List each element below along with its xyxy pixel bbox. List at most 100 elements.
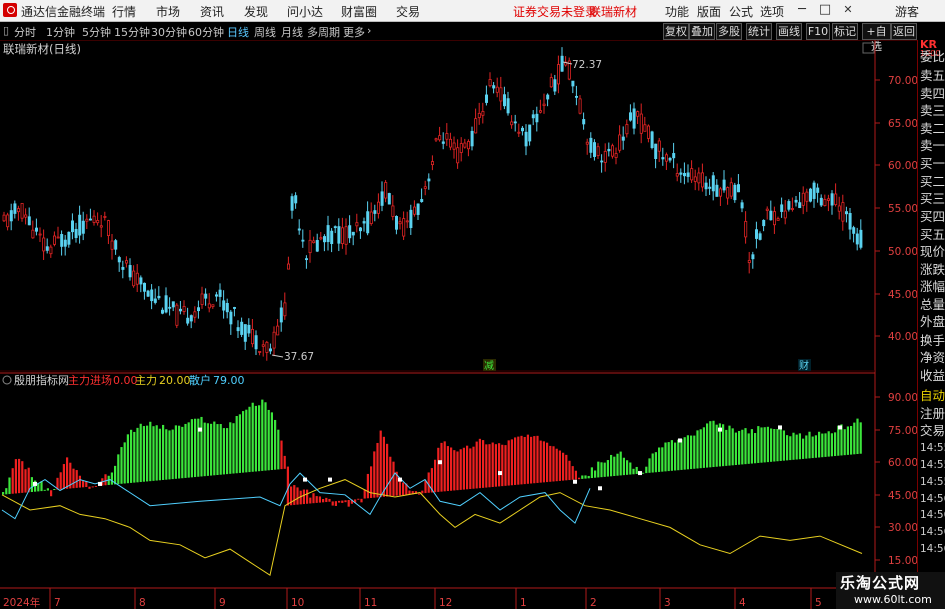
bar-green: [142, 426, 145, 482]
price-tick: 60.00: [875, 160, 917, 172]
period-weekly[interactable]: 周线: [254, 24, 276, 40]
marker-jian[interactable]: 减: [484, 360, 494, 372]
login-notice[interactable]: 证券交易未登录: [513, 3, 597, 20]
bar-green: [152, 426, 155, 481]
candle: [78, 205, 82, 244]
signal-marker: [398, 477, 402, 482]
bar-red: [514, 437, 517, 485]
candle: [701, 163, 705, 192]
menu-gongshi[interactable]: 公式: [729, 3, 753, 20]
candle: [337, 218, 341, 252]
bar-green: [699, 429, 702, 469]
period-30min[interactable]: 30分钟: [151, 24, 187, 40]
candle: [247, 318, 251, 337]
panel-item: 净资: [920, 350, 945, 365]
candle: [632, 102, 636, 135]
bar-green: [709, 421, 712, 468]
menu-shichang[interactable]: 市场: [156, 3, 180, 20]
btn-duogu[interactable]: 多股: [716, 23, 742, 40]
menu-wenxiaoda[interactable]: 问小达: [287, 3, 323, 20]
bar-green: [53, 489, 56, 491]
bar-red: [523, 436, 526, 485]
period-more[interactable]: 更多: [343, 24, 365, 40]
menu-zixun[interactable]: 资讯: [200, 3, 224, 20]
menu-hangqing[interactable]: 行情: [112, 3, 136, 20]
candle: [121, 260, 125, 279]
candle: [726, 186, 730, 205]
bar-green: [616, 453, 619, 476]
bar-green: [270, 412, 273, 471]
bar-green: [30, 477, 33, 492]
indicator-settings-icon[interactable]: [2, 375, 12, 385]
period-5min[interactable]: 5分钟: [82, 24, 111, 40]
period-multi[interactable]: 多周期: [307, 24, 340, 40]
candle: [780, 197, 784, 218]
candle: [499, 76, 503, 111]
menu-gongneng[interactable]: 功能: [665, 3, 689, 20]
btn-f10[interactable]: F10: [806, 23, 830, 40]
panel-item: 涨幅: [920, 279, 945, 294]
candle: [304, 255, 308, 269]
candle: [427, 173, 431, 190]
candle: [747, 251, 751, 274]
btn-huaxian[interactable]: 画线: [776, 23, 802, 40]
bar-red: [376, 442, 379, 498]
bar-red: [59, 472, 62, 490]
candle: [67, 231, 71, 248]
menu-caifuquan[interactable]: 财富圈: [341, 3, 377, 20]
period-fenshi[interactable]: 分时: [14, 24, 36, 40]
auto-refresh-toggle[interactable]: 自动: [920, 385, 945, 404]
close-icon[interactable]: ✕: [840, 2, 856, 18]
candle: [71, 213, 75, 240]
maximize-icon[interactable]: □: [817, 2, 833, 18]
period-monthly[interactable]: 月线: [281, 24, 303, 40]
bar-red: [530, 436, 533, 484]
candle: [125, 256, 129, 268]
candle: [650, 130, 654, 150]
bar-green: [738, 430, 741, 465]
menu-xuanxiang[interactable]: 选项: [760, 3, 784, 20]
candle: [330, 228, 334, 253]
bar-green: [219, 424, 222, 475]
month-label: 8: [139, 597, 146, 609]
menu-jiaoyi[interactable]: 交易: [396, 3, 420, 20]
candle: [27, 207, 31, 226]
btn-diejia[interactable]: 叠加: [689, 23, 715, 40]
chart-settings-icon[interactable]: [862, 42, 875, 54]
btn-back[interactable]: 返回: [891, 23, 917, 40]
candle: [290, 193, 294, 219]
btn-fuquan[interactable]: 复权: [663, 23, 689, 40]
bar-red: [421, 490, 424, 494]
period-daily[interactable]: 日线: [227, 24, 249, 40]
bar-red: [373, 451, 376, 498]
bar-red: [427, 472, 430, 493]
chevron-right-icon[interactable]: ›: [367, 24, 371, 37]
period-60min[interactable]: 60分钟: [188, 24, 224, 40]
candle: [665, 152, 669, 171]
menu-faxian[interactable]: 发现: [244, 3, 268, 20]
btn-tongji[interactable]: 统计: [746, 23, 772, 40]
app-title: 通达信金融终端: [21, 5, 106, 19]
bar-green: [773, 428, 776, 462]
minimize-icon[interactable]: ─: [794, 2, 810, 18]
candle: [845, 206, 849, 223]
marker-cai[interactable]: 财: [799, 359, 809, 372]
stock-chart[interactable]: 联瑞新材(日线) 70.00 65.00 60.00 55.00 50.00 4…: [0, 40, 917, 609]
candle: [135, 264, 139, 292]
bar-green: [162, 424, 165, 480]
candle: [225, 298, 229, 319]
period-15min[interactable]: 15分钟: [114, 24, 150, 40]
bar-green: [222, 428, 225, 475]
guest-user[interactable]: 游客: [895, 3, 919, 20]
bar-red: [571, 466, 574, 480]
period-1min[interactable]: 1分钟: [46, 24, 75, 40]
bar-green: [830, 433, 833, 457]
candle: [294, 192, 298, 209]
candle: [445, 123, 449, 146]
btn-add-watchlist[interactable]: +自选: [862, 23, 891, 53]
btn-biaoji[interactable]: 标记: [832, 23, 858, 40]
bar-green: [258, 405, 261, 472]
menu-banmian[interactable]: 版面: [697, 3, 721, 20]
candle: [625, 119, 629, 138]
candle: [319, 231, 323, 241]
